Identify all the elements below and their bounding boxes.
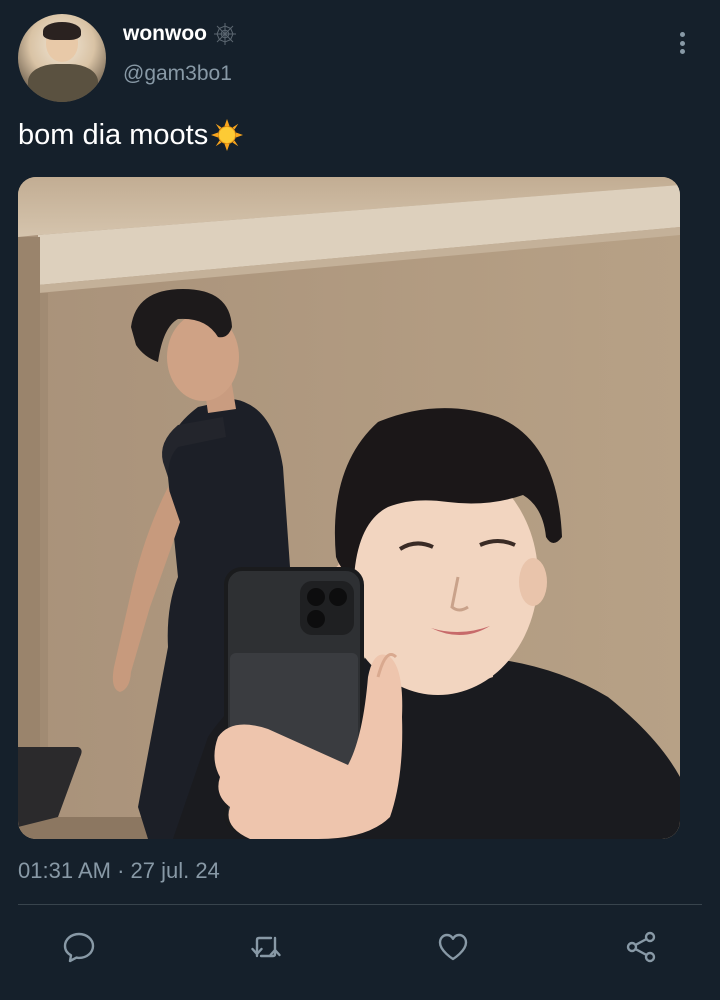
author-name-row: wonwoo <box>123 22 237 46</box>
tweet-photo[interactable] <box>18 177 680 839</box>
spider-web-icon <box>213 23 236 45</box>
reply-button[interactable] <box>57 925 101 969</box>
divider <box>18 904 702 905</box>
more-options-button[interactable] <box>672 28 692 58</box>
tweet-timestamp[interactable]: 01:31 AM · 27 jul. 24 <box>18 858 220 884</box>
tweet-body: bom dia moots <box>18 118 209 151</box>
photo-mirror-selfie <box>18 177 680 839</box>
dot-icon <box>679 32 685 37</box>
tweet-card: wonwoo @gam3bo1 bom dia moots 01:31 AM ·… <box>0 0 720 1000</box>
heart-icon <box>438 933 468 961</box>
avatar[interactable] <box>18 14 106 102</box>
sun-icon <box>211 119 244 151</box>
tweet-text: bom dia moots <box>18 118 244 152</box>
like-button[interactable] <box>431 925 475 969</box>
dot-icon <box>679 40 685 46</box>
display-name[interactable]: wonwoo <box>123 22 207 46</box>
share-icon <box>626 931 656 963</box>
share-button[interactable] <box>619 925 663 969</box>
user-handle[interactable]: @gam3bo1 <box>123 62 232 86</box>
retweet-icon <box>251 936 281 958</box>
retweet-button[interactable] <box>244 925 288 969</box>
comment-icon <box>63 932 95 963</box>
dot-icon <box>679 49 685 54</box>
